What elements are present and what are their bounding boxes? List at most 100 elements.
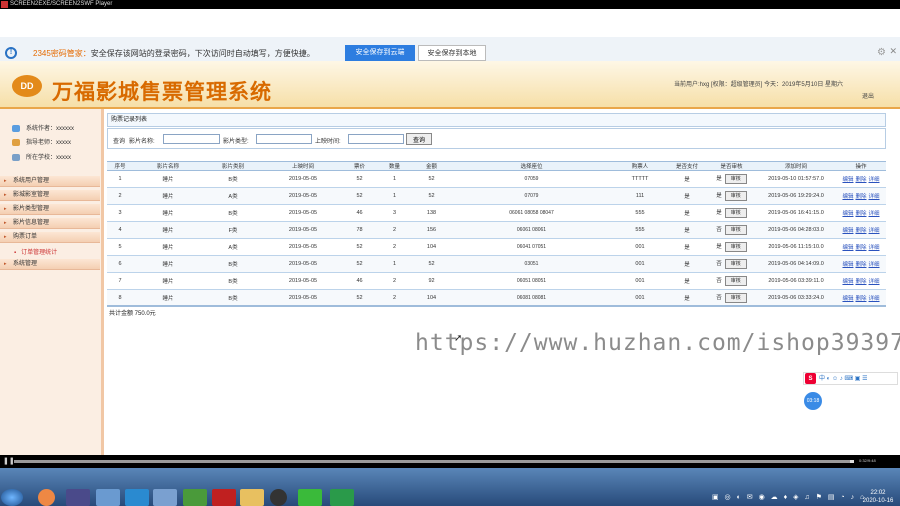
folder-icon[interactable] bbox=[240, 489, 264, 506]
brand-suffix[interactable]: 密码管家： bbox=[51, 49, 91, 58]
gear-icon[interactable]: ⚙ bbox=[877, 47, 886, 58]
browser-icon[interactable] bbox=[125, 489, 149, 506]
cell-paid: 是 bbox=[667, 289, 707, 307]
main-content: 购票记录列表 查询 影片名称: 影片类型: 上映时间: 查询 序号 影片名称 影片类… bbox=[107, 113, 886, 453]
logout-link[interactable]: 退出 bbox=[862, 91, 874, 100]
column-header: 添加时间 bbox=[756, 161, 836, 171]
sidebar-info-author: 系统作者：xxxxxx bbox=[12, 123, 74, 132]
cell-no: 1 bbox=[107, 170, 133, 188]
review-button[interactable]: 审核 bbox=[724, 174, 747, 184]
edit-link[interactable]: 编辑 bbox=[842, 228, 853, 234]
review-button[interactable]: 审核 bbox=[724, 276, 747, 286]
delete-link[interactable]: 删除 bbox=[855, 279, 866, 285]
detail-link[interactable]: 详细 bbox=[869, 194, 880, 200]
film-type-input[interactable] bbox=[256, 134, 312, 144]
cell-paid: 是 bbox=[667, 221, 707, 239]
cell-seat: 03051 bbox=[450, 255, 613, 273]
floating-timer-badge[interactable]: 03:18 bbox=[804, 392, 822, 410]
sidebar-item-orders[interactable]: 购票订单 bbox=[0, 232, 100, 243]
excel-icon[interactable] bbox=[183, 489, 207, 506]
review-button[interactable]: 审核 bbox=[724, 191, 747, 201]
ime-mode[interactable]: 中 bbox=[819, 376, 825, 382]
clock[interactable]: 22:02 2020-10-16 bbox=[858, 489, 898, 505]
reviewed-value: 是 bbox=[716, 193, 722, 199]
network-icon[interactable] bbox=[96, 489, 120, 506]
delete-link[interactable]: 删除 bbox=[855, 211, 866, 217]
pause-icon[interactable]: ❚❚ bbox=[3, 457, 15, 465]
watermark-url: https://www.huzhan.com/ishop39397 bbox=[415, 330, 900, 356]
chrome-icon[interactable] bbox=[38, 489, 55, 506]
cell-added: 2019-05-06 04:14:09.0 bbox=[756, 255, 836, 273]
review-button[interactable]: 审核 bbox=[724, 242, 747, 252]
column-header: 票价 bbox=[343, 161, 376, 171]
media-player-icon[interactable] bbox=[66, 489, 90, 506]
sidebar-item-halls[interactable]: 影城影室管理 bbox=[0, 190, 100, 201]
cell-paid: 是 bbox=[667, 204, 707, 222]
release-time-input[interactable] bbox=[348, 134, 404, 144]
edit-link[interactable]: 编辑 bbox=[842, 194, 853, 200]
table-row: 4 睡片 F类 2019-05-05 78 2 156 06061 08061 555 是否审核 2… bbox=[107, 221, 886, 239]
cell-date: 2019-05-05 bbox=[263, 170, 343, 188]
user-icon bbox=[12, 124, 20, 132]
detail-link[interactable]: 详细 bbox=[869, 228, 880, 234]
delete-link[interactable]: 删除 bbox=[855, 245, 866, 251]
cell-qty: 1 bbox=[376, 187, 413, 205]
app-icon bbox=[1, 1, 8, 8]
close-icon[interactable]: ✕ bbox=[889, 46, 897, 57]
column-header: 金额 bbox=[413, 161, 450, 171]
app-icon[interactable] bbox=[153, 489, 177, 506]
flash-icon[interactable] bbox=[212, 489, 236, 506]
detail-link[interactable]: 详细 bbox=[869, 245, 880, 251]
edit-link[interactable]: 编辑 bbox=[842, 211, 853, 217]
detail-link[interactable]: 详细 bbox=[869, 177, 880, 183]
taskbar: ▣ ◎ ◐ ✉ ◉ ☁ ♦ ◈ ♫ ⚑ ▤ ◔ ♪ ⌂ 22:02 2020-10… bbox=[0, 468, 900, 506]
system-tray[interactable]: ▣ ◎ ◐ ✉ ◉ ☁ ♦ ◈ ♫ ⚑ ▤ ◔ ♪ ⌂ bbox=[712, 493, 866, 501]
edit-link[interactable]: 编辑 bbox=[842, 279, 853, 285]
detail-link[interactable]: 详细 bbox=[869, 262, 880, 268]
sidebar-item-users[interactable]: 系统用户管理 bbox=[0, 176, 100, 187]
cell-added: 2019-05-06 16:41:15.0 bbox=[756, 204, 836, 222]
delete-link[interactable]: 删除 bbox=[855, 262, 866, 268]
column-header: 操作 bbox=[836, 161, 886, 171]
delete-link[interactable]: 删除 bbox=[855, 177, 866, 183]
cell-actions: 编辑 删除 详细 bbox=[836, 204, 886, 222]
qq-icon[interactable] bbox=[270, 489, 287, 506]
review-button[interactable]: 审核 bbox=[724, 225, 747, 235]
edit-link[interactable]: 编辑 bbox=[842, 262, 853, 268]
wechat-icon[interactable] bbox=[298, 489, 322, 506]
delete-link[interactable]: 删除 bbox=[855, 228, 866, 234]
delete-link[interactable]: 删除 bbox=[855, 194, 866, 200]
edit-link[interactable]: 编辑 bbox=[842, 245, 853, 251]
start-button[interactable] bbox=[1, 489, 23, 506]
search-button[interactable]: 查询 bbox=[406, 133, 432, 145]
cell-actions: 编辑 删除 详细 bbox=[836, 187, 886, 205]
detail-link[interactable]: 详细 bbox=[869, 279, 880, 285]
sidebar-item-film-types[interactable]: 影片类型管理 bbox=[0, 204, 100, 215]
ime-toolbar[interactable]: S中 ◐ ☺ ♪ ⌨ ▣ ☰ bbox=[803, 372, 898, 385]
detail-link[interactable]: 详细 bbox=[869, 211, 880, 217]
detail-link[interactable]: 详细 bbox=[869, 296, 880, 302]
cell-date: 2019-05-05 bbox=[263, 187, 343, 205]
reviewed-value: 否 bbox=[716, 261, 722, 267]
edit-link[interactable]: 编辑 bbox=[842, 296, 853, 302]
column-header: 数量 bbox=[376, 161, 413, 171]
review-button[interactable]: 审核 bbox=[724, 208, 747, 218]
sidebar-item-films[interactable]: 影片信息管理 bbox=[0, 218, 100, 229]
recorder-icon[interactable] bbox=[330, 489, 354, 506]
seek-bar[interactable] bbox=[14, 460, 854, 463]
save-to-local-button[interactable]: 安全保存到本地 bbox=[418, 45, 486, 61]
review-button[interactable]: 审核 bbox=[724, 293, 747, 303]
cell-actions: 编辑 删除 详细 bbox=[836, 221, 886, 239]
cell-paid: 是 bbox=[667, 255, 707, 273]
lock-icon: ! bbox=[5, 47, 17, 59]
sidebar-item-system[interactable]: 系统管理 bbox=[0, 259, 100, 270]
column-header: 上映时间 bbox=[263, 161, 343, 171]
save-to-cloud-button[interactable]: 安全保存到云端 bbox=[345, 45, 415, 61]
delete-link[interactable]: 删除 bbox=[855, 296, 866, 302]
review-button[interactable]: 审核 bbox=[724, 259, 747, 269]
cell-amount: 104 bbox=[413, 289, 450, 307]
film-name-input[interactable] bbox=[163, 134, 220, 144]
cell-seat: 06041 07051 bbox=[450, 238, 613, 256]
sidebar-subitem-order-stats[interactable]: 订单管理统计 bbox=[14, 247, 57, 256]
edit-link[interactable]: 编辑 bbox=[842, 177, 853, 183]
